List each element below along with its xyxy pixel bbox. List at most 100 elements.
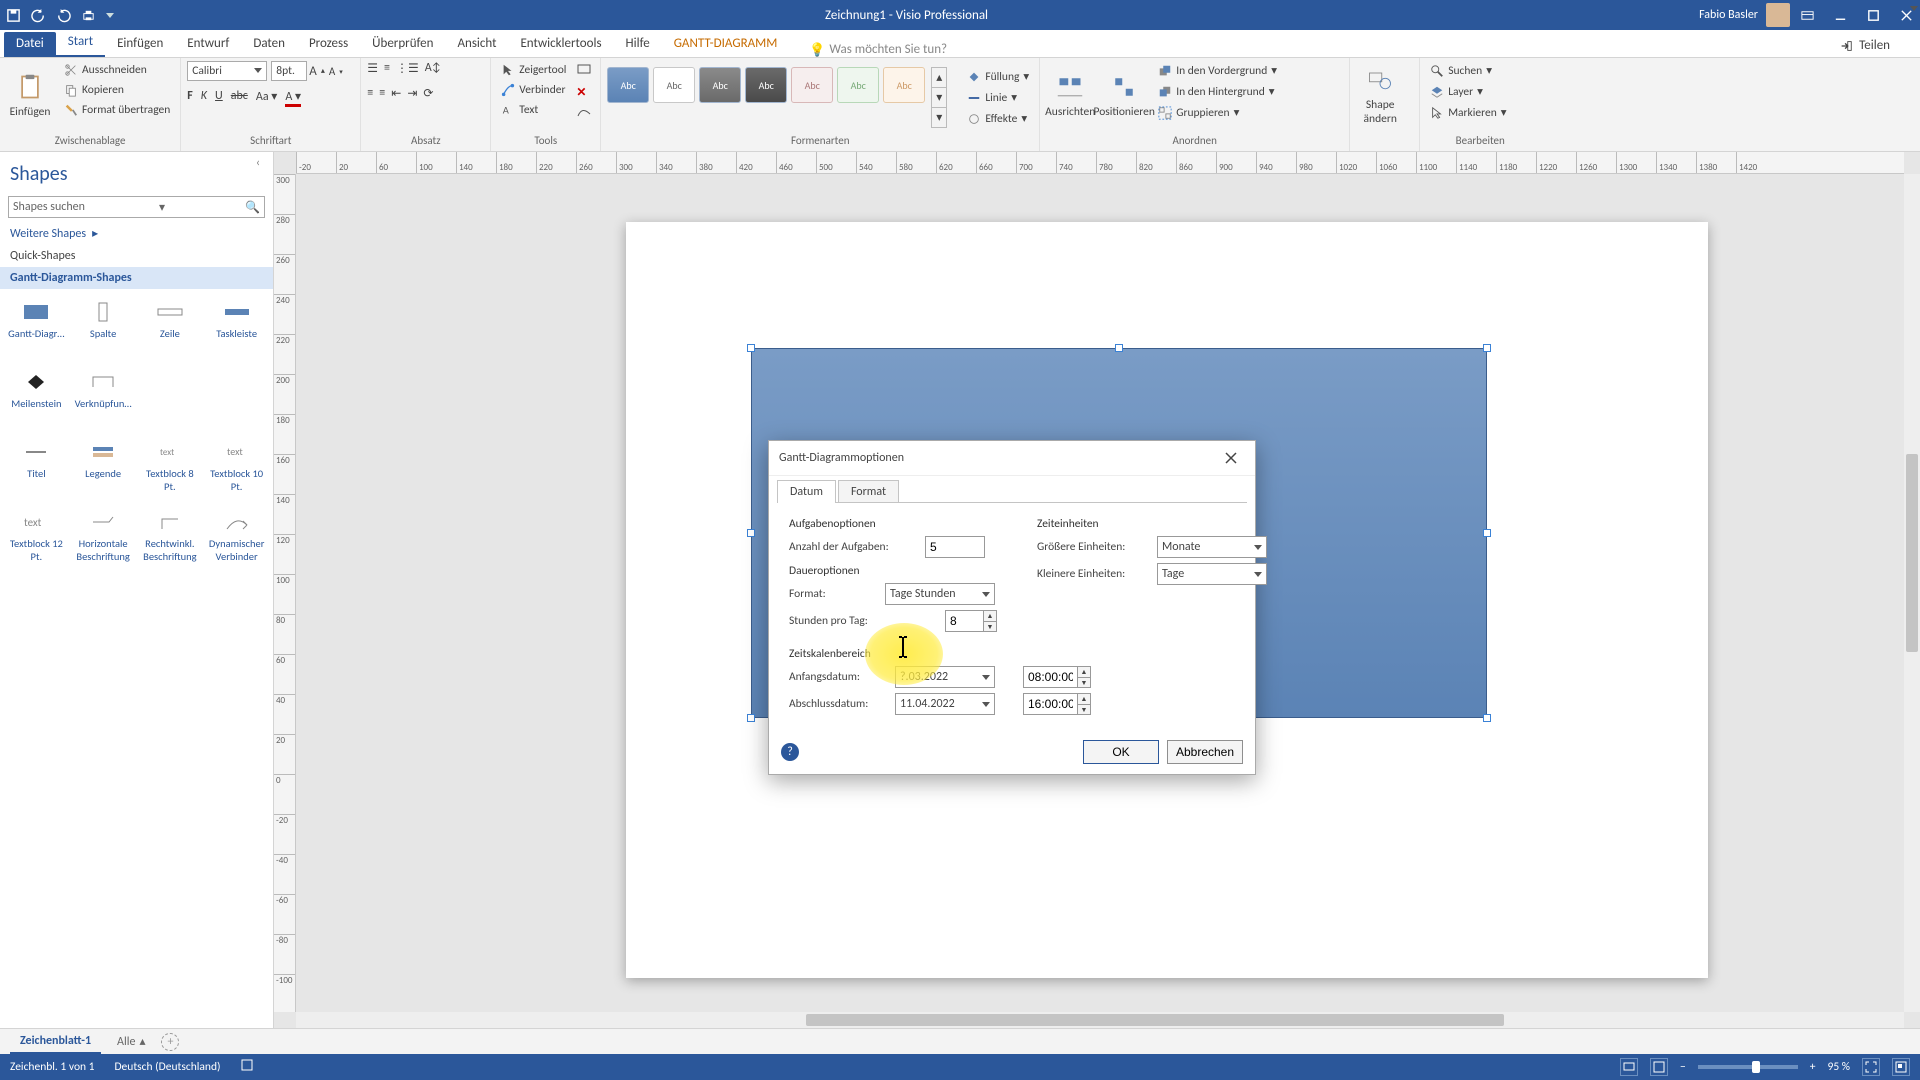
tab-gantt-diagramm[interactable]: GANTT-DIAGRAMM: [662, 32, 790, 57]
chevron-down-icon[interactable]: ▾: [159, 200, 165, 215]
resize-handle[interactable]: [1483, 344, 1491, 352]
shape-link[interactable]: Verknüpfun…: [71, 367, 136, 433]
shape-row[interactable]: Zeile: [138, 297, 203, 363]
shape-legend[interactable]: Legende: [71, 437, 136, 503]
pan-zoom-window-button[interactable]: [1892, 1058, 1910, 1076]
connector-tool-button[interactable]: Verbinder: [497, 81, 570, 99]
paste-button[interactable]: Einfügen: [6, 61, 54, 131]
user-name[interactable]: Fabio Basler: [1699, 8, 1758, 22]
resize-handle[interactable]: [747, 344, 755, 352]
bold-button[interactable]: F: [187, 89, 193, 107]
align-center-button[interactable]: ≡: [379, 86, 385, 101]
more-shapes-button[interactable]: Weitere Shapes▸: [0, 222, 273, 245]
quick-shapes-tab[interactable]: Quick-Shapes: [0, 245, 273, 267]
tab-file[interactable]: Datei: [4, 32, 56, 57]
spin-down[interactable]: ▼: [1078, 705, 1090, 715]
copy-button[interactable]: Kopieren: [60, 81, 174, 99]
resize-handle[interactable]: [1483, 529, 1491, 537]
tab-hilfe[interactable]: Hilfe: [614, 32, 662, 57]
maximize-icon[interactable]: [1866, 8, 1881, 23]
save-icon[interactable]: [6, 8, 21, 23]
time-abschlusszeit[interactable]: ▲▼: [1023, 693, 1091, 715]
shape-style-4[interactable]: Abc: [745, 67, 787, 103]
shape-style-5[interactable]: Abc: [791, 67, 833, 103]
bullets-button[interactable]: ⋮☰: [396, 61, 419, 76]
vertical-scrollbar[interactable]: [1904, 174, 1920, 1012]
align-middle-button[interactable]: ≡: [384, 61, 390, 76]
bring-forward-button[interactable]: In den Vordergrund ▾: [1154, 61, 1281, 80]
undo-icon[interactable]: [31, 8, 46, 23]
position-button[interactable]: Positionieren: [1100, 61, 1148, 131]
font-color-button[interactable]: A ▾: [285, 89, 301, 107]
align-left-button[interactable]: ≡: [367, 86, 373, 101]
shapes-search-input[interactable]: Shapes suchen ▾ 🔍: [8, 196, 265, 218]
macro-record-icon[interactable]: [240, 1058, 254, 1076]
italic-button[interactable]: K: [201, 89, 207, 107]
dialog-close-button[interactable]: [1217, 447, 1245, 469]
combo-format[interactable]: Tage Stunden: [885, 583, 995, 605]
sheet-tab-1[interactable]: Zeichenblatt-1: [10, 1030, 101, 1054]
zoom-slider[interactable]: [1698, 1065, 1798, 1069]
zoom-in-button[interactable]: +: [1810, 1060, 1816, 1074]
style-gallery-up[interactable]: ▴: [931, 67, 947, 88]
cut-button[interactable]: Ausschneiden: [60, 61, 174, 79]
tab-ueberpruefen[interactable]: Überprüfen: [360, 32, 445, 57]
shape-milestone[interactable]: Meilenstein: [4, 367, 69, 433]
layers-button[interactable]: Layer ▾: [1426, 82, 1510, 101]
tab-prozess[interactable]: Prozess: [297, 32, 360, 57]
fill-button[interactable]: Füllung ▾: [963, 67, 1033, 86]
group-button[interactable]: Gruppieren ▾: [1154, 103, 1281, 122]
presentation-mode-button[interactable]: [1620, 1058, 1638, 1076]
gantt-stencil-tab[interactable]: Gantt-Diagramm-Shapes: [0, 267, 273, 289]
change-case-button[interactable]: Aa ▾: [256, 89, 277, 107]
combo-kleinere-einheiten[interactable]: Tage: [1157, 563, 1267, 585]
zoom-level[interactable]: 95 %: [1828, 1060, 1850, 1074]
text-tool-button[interactable]: AText: [497, 101, 570, 119]
input-anzahl-aufgaben[interactable]: [925, 536, 985, 558]
spin-up[interactable]: ▲: [984, 611, 996, 622]
font-size-combo[interactable]: 8pt.: [271, 61, 307, 81]
tab-entwurf[interactable]: Entwurf: [175, 32, 241, 57]
dialog-tab-datum[interactable]: Datum: [777, 480, 836, 503]
scrollbar-thumb[interactable]: [1906, 454, 1918, 652]
time-anfangszeit[interactable]: ▲▼: [1023, 666, 1091, 688]
style-gallery-more[interactable]: ▾: [931, 108, 947, 128]
resize-handle[interactable]: [747, 714, 755, 722]
spin-down[interactable]: ▼: [1078, 678, 1090, 688]
align-top-button[interactable]: ☰: [367, 61, 378, 76]
share-button[interactable]: Teilen: [1829, 34, 1900, 57]
format-painter-button[interactable]: Format übertragen: [60, 101, 174, 119]
rectangle-tool-button[interactable]: [576, 61, 592, 81]
delete-tool-button[interactable]: ✕: [576, 85, 592, 100]
shape-textblock12[interactable]: textTextblock 12 Pt.: [4, 507, 69, 573]
line-button[interactable]: Linie ▾: [963, 88, 1033, 107]
strikethrough-button[interactable]: abc: [231, 89, 248, 107]
tab-einfuegen[interactable]: Einfügen: [105, 32, 175, 57]
tab-start[interactable]: Start: [56, 30, 105, 57]
shape-horiz-label[interactable]: Horizontale Beschriftung: [71, 507, 136, 573]
style-gallery-down[interactable]: ▾: [931, 88, 947, 108]
dialog-help-button[interactable]: ?: [781, 743, 799, 761]
rotate-text-button[interactable]: ⟳: [423, 86, 433, 101]
shape-style-6[interactable]: Abc: [837, 67, 879, 103]
increase-indent-button[interactable]: ⇥: [407, 86, 417, 101]
decrease-indent-button[interactable]: ⇤: [391, 86, 401, 101]
user-avatar[interactable]: [1766, 3, 1790, 27]
shape-style-7[interactable]: Abc: [883, 67, 925, 103]
dialog-tab-format[interactable]: Format: [838, 480, 899, 503]
select-button[interactable]: Markieren ▾: [1426, 103, 1510, 122]
combo-groessere-einheiten[interactable]: Monate: [1157, 536, 1267, 558]
resize-handle[interactable]: [747, 529, 755, 537]
align-button[interactable]: Ausrichten: [1046, 61, 1094, 131]
text-direction-button[interactable]: A↕: [425, 61, 441, 76]
date-abschlussdatum[interactable]: 11.04.2022: [895, 693, 995, 715]
decrease-font-button[interactable]: A▾: [327, 61, 345, 81]
minimize-icon[interactable]: [1833, 8, 1848, 23]
find-button[interactable]: Suchen ▾: [1426, 61, 1510, 80]
tell-me-search[interactable]: 💡 Was möchten Sie tun?: [809, 42, 947, 57]
shape-textblock8[interactable]: textTextblock 8 Pt.: [138, 437, 203, 503]
sheet-tab-all[interactable]: Alle▴: [117, 1034, 145, 1049]
shape-style-3[interactable]: Abc: [699, 67, 741, 103]
freeform-tool-button[interactable]: [576, 104, 592, 124]
print-icon[interactable]: [81, 8, 96, 23]
